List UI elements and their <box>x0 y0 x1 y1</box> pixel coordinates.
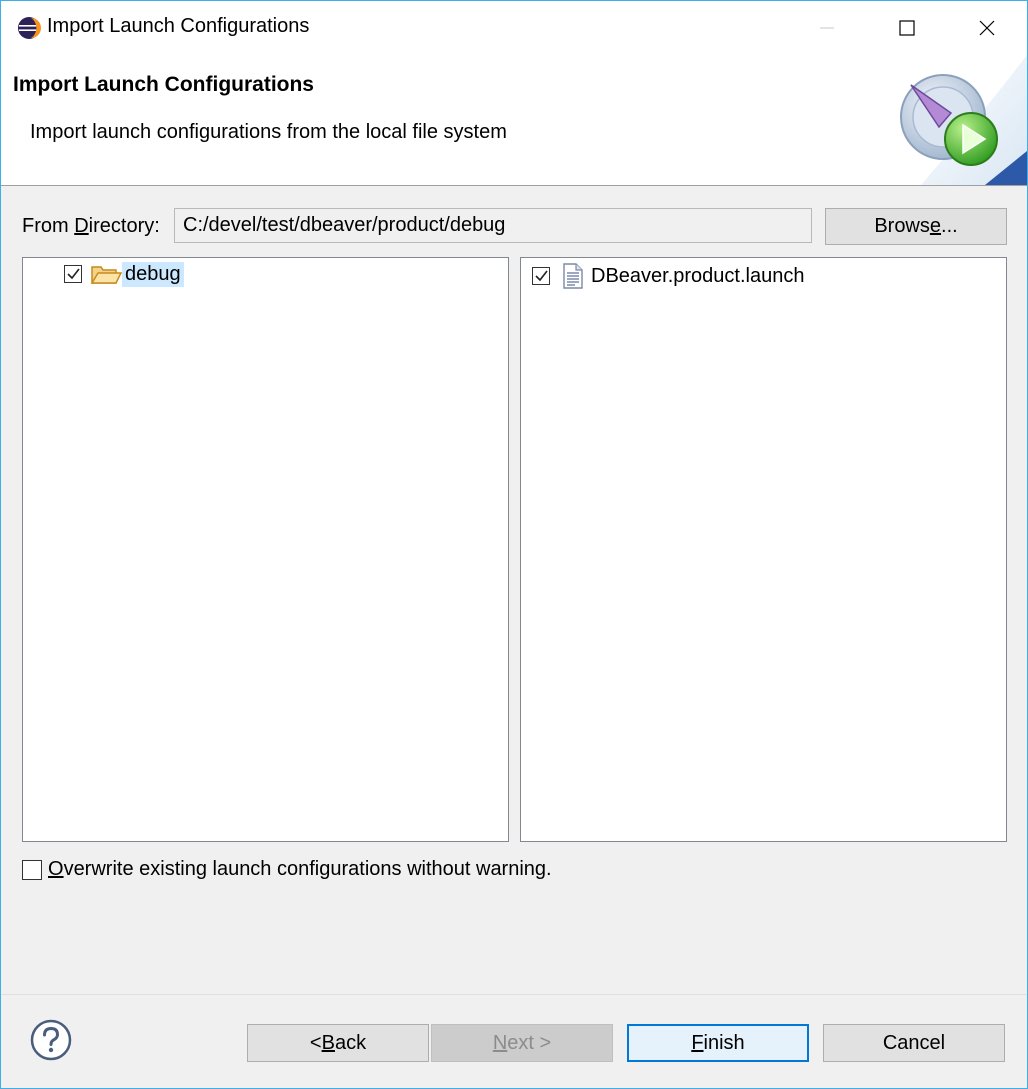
overwrite-option[interactable]: Overwrite existing launch configurations… <box>22 858 552 881</box>
directory-tree[interactable]: debug <box>22 257 509 842</box>
browse-button[interactable]: Brows e... <box>825 208 1007 245</box>
wizard-banner: Import Launch Configurations Import laun… <box>1 55 1027 186</box>
wizard-launch-graphic <box>900 55 1027 185</box>
help-icon[interactable] <box>30 1019 72 1061</box>
open-folder-icon <box>90 266 122 284</box>
tree-item-debug[interactable]: debug <box>64 260 184 288</box>
next-button[interactable]: Next > <box>431 1024 613 1062</box>
launch-configurations-list[interactable]: DBeaver.product.launch <box>520 257 1007 842</box>
tree-item-checkbox[interactable] <box>64 265 82 283</box>
close-button[interactable] <box>947 1 1027 55</box>
banner-title: Import Launch Configurations <box>13 73 314 96</box>
overwrite-checkbox[interactable] <box>22 859 42 880</box>
banner-description: Import launch configurations from the lo… <box>30 121 507 143</box>
maximize-button[interactable] <box>867 1 947 55</box>
list-item-checkbox[interactable] <box>532 267 550 285</box>
checkmark-icon <box>535 270 548 282</box>
directory-field[interactable] <box>174 208 812 243</box>
cancel-button[interactable]: Cancel <box>823 1024 1005 1062</box>
maximize-icon <box>899 20 915 36</box>
tree-item-label: debug <box>122 261 184 287</box>
minimize-icon <box>820 27 834 29</box>
minimize-button[interactable] <box>787 1 867 55</box>
window-title: Import Launch Configurations <box>47 15 310 37</box>
overwrite-label: Overwrite existing launch configurations… <box>48 858 552 880</box>
close-icon <box>979 20 995 36</box>
finish-button[interactable]: Finish <box>627 1024 809 1062</box>
eclipse-icon <box>18 17 41 39</box>
back-button[interactable]: < Back <box>247 1024 429 1062</box>
checkmark-icon <box>67 268 80 280</box>
title-bar: Import Launch Configurations <box>1 1 1027 55</box>
list-item-launch-file[interactable]: DBeaver.product.launch <box>532 262 807 290</box>
import-launch-configurations-dialog: Import Launch Configurations Import Laun… <box>0 0 1028 1089</box>
footer-separator <box>1 994 1027 995</box>
launch-file-icon <box>563 263 583 289</box>
from-directory-label: From Directory: <box>22 215 160 237</box>
list-item-label: DBeaver.product.launch <box>591 264 805 287</box>
